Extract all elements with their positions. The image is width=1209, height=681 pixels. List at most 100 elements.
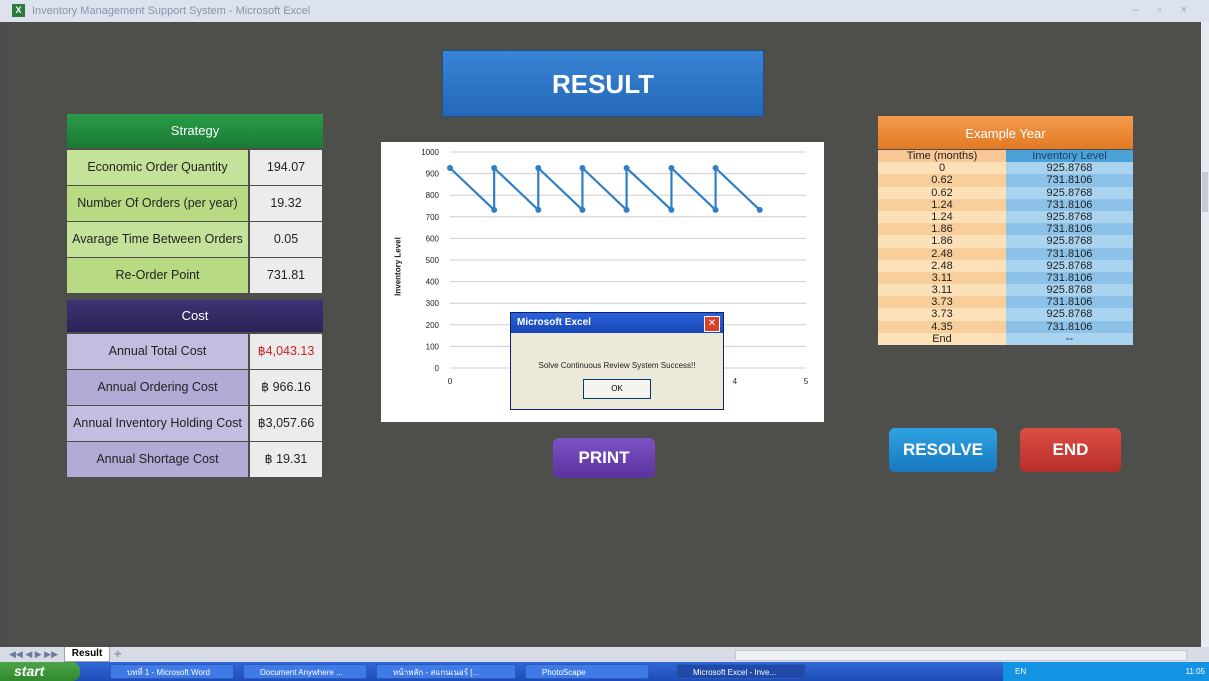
- inventory-cell: 731.8106: [1006, 247, 1133, 260]
- y-tick-label: 100: [426, 342, 440, 351]
- table-row: 2.48 925.8768: [878, 259, 1133, 272]
- message-dialog[interactable]: Microsoft Excel ✕ Solve Continuous Revie…: [510, 312, 724, 410]
- result-banner: RESULT: [442, 50, 764, 117]
- inventory-cell: 925.8768: [1006, 210, 1133, 224]
- time-cell: 2.48: [878, 259, 1006, 272]
- inventory-cell: 925.8768: [1006, 284, 1133, 297]
- data-point: [623, 165, 630, 172]
- cost-value: ฿ 19.31: [250, 442, 322, 477]
- table-row: 0.62 731.8106: [878, 174, 1133, 187]
- scrollbar-thumb[interactable]: [1202, 172, 1208, 212]
- inventory-cell: 925.8768: [1006, 186, 1133, 199]
- strategy-label: Economic Order Quantity: [67, 150, 248, 185]
- time-cell: 1.86: [878, 223, 1006, 236]
- table-row: 1.86 925.8768: [878, 235, 1133, 248]
- close-icon[interactable]: ✕: [704, 316, 720, 332]
- cost-panel: Cost Annual Total Cost ฿4,043.13 Annual …: [67, 300, 323, 477]
- time-cell: 4.35: [878, 320, 1006, 333]
- y-tick-label: 600: [426, 234, 440, 243]
- taskbar-item[interactable]: หน้าหลัก - สแกนเนอร์ [...: [376, 664, 516, 679]
- taskbar-item[interactable]: Document Anywhere ...: [243, 664, 367, 679]
- table-row: 1.24 731.8106: [878, 198, 1133, 211]
- time-cell: 3.11: [878, 284, 1006, 297]
- time-cell: 0.62: [878, 174, 1006, 187]
- x-tick-label: 4: [733, 377, 738, 386]
- inventory-cell: 925.8768: [1006, 259, 1133, 272]
- data-point: [668, 206, 675, 213]
- end-button[interactable]: END: [1020, 428, 1121, 472]
- sheet-nav-arrows[interactable]: ◀◀ ◀ ▶ ▶▶: [9, 649, 58, 660]
- dialog-title: Microsoft Excel: [517, 317, 591, 328]
- data-point: [491, 165, 498, 172]
- time-cell: 3.73: [878, 296, 1006, 309]
- chart-y-axis-label: Inventory Level: [393, 237, 403, 296]
- inventory-cell: 731.8106: [1006, 223, 1133, 236]
- column-header-inventory: Inventory Level: [1006, 150, 1133, 163]
- data-point: [535, 206, 542, 213]
- y-tick-label: 1000: [421, 148, 439, 157]
- table-row: 1.24 925.8768: [878, 210, 1133, 224]
- table-header-row: Time (months) Inventory Level: [878, 150, 1133, 163]
- data-point: [491, 206, 498, 213]
- time-cell: 3.11: [878, 271, 1006, 285]
- data-point: [579, 206, 586, 213]
- cost-value: ฿3,057.66: [250, 406, 322, 441]
- table-row: 3.73 925.8768: [878, 308, 1133, 321]
- table-row: 0 925.8768: [878, 162, 1133, 175]
- strategy-label: Re-Order Point: [67, 258, 248, 293]
- time-cell: 0.62: [878, 186, 1006, 199]
- excel-icon: X: [12, 4, 25, 17]
- data-point: [623, 206, 630, 213]
- cost-label: Annual Total Cost: [67, 334, 248, 369]
- title-bar: X Inventory Management Support System - …: [0, 0, 1209, 22]
- vertical-scrollbar[interactable]: [1201, 22, 1209, 647]
- start-button[interactable]: start: [0, 662, 80, 681]
- inventory-cell: 925.8768: [1006, 162, 1133, 175]
- series-line: [449, 165, 761, 213]
- x-tick-label: 0: [448, 377, 453, 386]
- print-button[interactable]: PRINT: [553, 438, 655, 478]
- dialog-title-bar[interactable]: Microsoft Excel: [511, 313, 723, 333]
- cost-value: ฿ 966.16: [250, 370, 322, 405]
- y-tick-label: 800: [426, 191, 440, 200]
- window-title: Inventory Management Support System - Mi…: [32, 5, 311, 17]
- table-row: 1.86 731.8106: [878, 223, 1133, 236]
- taskbar-item[interactable]: Microsoft Excel - Inve...: [676, 664, 806, 679]
- cost-label: Annual Shortage Cost: [67, 442, 248, 477]
- horizontal-scrollbar[interactable]: [735, 650, 1187, 661]
- data-point: [712, 206, 719, 213]
- time-cell: 2.48: [878, 247, 1006, 260]
- strategy-value: 731.81: [250, 258, 322, 293]
- cost-header: Cost: [67, 300, 323, 332]
- inventory-cell: 731.8106: [1006, 174, 1133, 187]
- resolve-button[interactable]: RESOLVE: [889, 428, 997, 472]
- data-point: [447, 165, 453, 172]
- inventory-cell: 925.8768: [1006, 308, 1133, 321]
- data-point: [756, 206, 763, 213]
- time-cell: 1.24: [878, 210, 1006, 224]
- sheet-tab-result[interactable]: Result: [64, 647, 110, 662]
- language-indicator[interactable]: EN: [1015, 662, 1026, 681]
- example-year-header: Example Year: [878, 116, 1133, 149]
- y-tick-label: 500: [426, 256, 440, 265]
- strategy-value: 0.05: [250, 222, 322, 257]
- inventory-cell: --: [1006, 332, 1133, 345]
- taskbar-item[interactable]: บทที่ 1 - Microsoft Word: [110, 664, 234, 679]
- time-cell: 1.24: [878, 198, 1006, 211]
- strategy-panel: Strategy Economic Order Quantity 194.07 …: [67, 114, 323, 293]
- taskbar-item[interactable]: PhotoScape: [525, 664, 649, 679]
- inventory-cell: 731.8106: [1006, 198, 1133, 211]
- strategy-header: Strategy: [67, 114, 323, 148]
- data-point: [712, 165, 719, 172]
- inventory-cell: 731.8106: [1006, 271, 1133, 285]
- table-row: 3.73 731.8106: [878, 296, 1133, 309]
- strategy-value: 194.07: [250, 150, 322, 185]
- window-controls[interactable]: – ▫ ×: [1132, 4, 1195, 16]
- dialog-message: Solve Continuous Review System Success!!: [538, 361, 696, 370]
- insert-sheet-icon[interactable]: ✚: [114, 649, 122, 660]
- x-tick-label: 5: [804, 377, 809, 386]
- ok-button[interactable]: OK: [583, 379, 651, 399]
- inventory-cell: 731.8106: [1006, 320, 1133, 333]
- strategy-label: Number Of Orders (per year): [67, 186, 248, 221]
- time-cell: 3.73: [878, 308, 1006, 321]
